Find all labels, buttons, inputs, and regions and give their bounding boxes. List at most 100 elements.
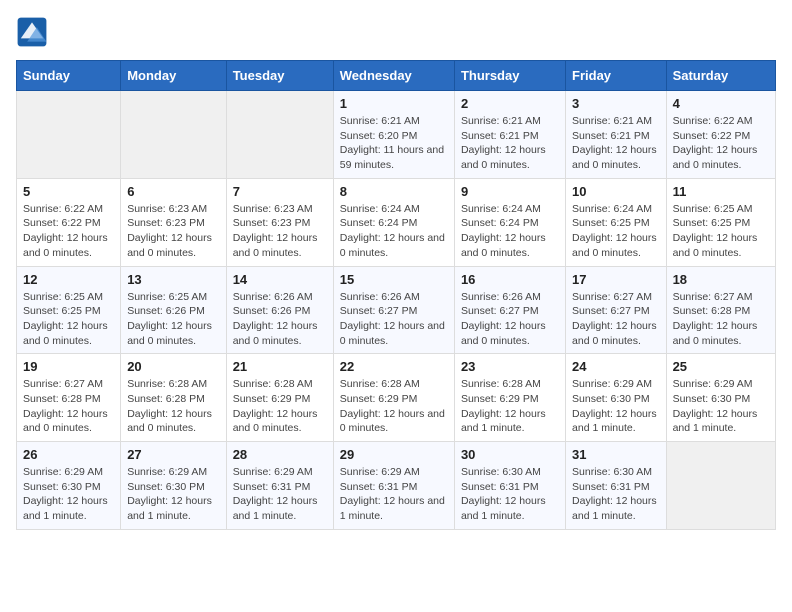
calendar-cell: 2Sunrise: 6:21 AM Sunset: 6:21 PM Daylig… bbox=[454, 91, 565, 179]
calendar-cell: 29 Sunrise: 6:29 AM Sunset: 6:31 PM Dayli… bbox=[333, 442, 454, 530]
day-number: 26 bbox=[23, 447, 114, 462]
day-info: Sunrise: 6:29 AM Sunset: 6:31 PM Dayligh… bbox=[233, 465, 327, 524]
day-info: Sunrise: 6:22 AM Sunset: 6:22 PM Dayligh… bbox=[23, 202, 114, 261]
calendar-cell: 31 Sunrise: 6:30 AM Sunset: 6:31 PM Dayli… bbox=[566, 442, 667, 530]
day-number: 23 bbox=[461, 359, 559, 374]
day-info: Sunrise: 6:24 AM Sunset: 6:25 PM Dayligh… bbox=[572, 202, 660, 261]
day-number: 22 bbox=[340, 359, 448, 374]
day-info: Sunrise: 6:28 AM Sunset: 6:29 PM Dayligh… bbox=[233, 377, 327, 436]
day-info: Sunrise: 6:28 AM Sunset: 6:29 PM Dayligh… bbox=[461, 377, 559, 436]
calendar-cell: 3 Sunrise: 6:21 AM Sunset: 6:21 PM Daylig… bbox=[566, 91, 667, 179]
day-number: 14 bbox=[233, 272, 327, 287]
day-info: Sunrise: 6:29 AM Sunset: 6:30 PM Dayligh… bbox=[23, 465, 114, 524]
calendar-cell: 25 Sunrise: 6:29 AM Sunset: 6:30 PM Dayli… bbox=[666, 354, 775, 442]
day-info: Sunrise: 6:29 AM Sunset: 6:31 PM Dayligh… bbox=[340, 465, 448, 524]
day-header-monday: Monday bbox=[121, 61, 226, 91]
day-number: 19 bbox=[23, 359, 114, 374]
day-number: 15 bbox=[340, 272, 448, 287]
day-info: Sunrise: 6:23 AM Sunset: 6:23 PM Dayligh… bbox=[233, 202, 327, 261]
calendar-cell: 22 Sunrise: 6:28 AM Sunset: 6:29 PM Dayli… bbox=[333, 354, 454, 442]
day-number: 20 bbox=[127, 359, 219, 374]
calendar-cell bbox=[226, 91, 333, 179]
day-info: Sunrise: 6:29 AM Sunset: 6:30 PM Dayligh… bbox=[673, 377, 769, 436]
day-number: 4 bbox=[673, 96, 769, 111]
day-info: Sunrise: 6:26 AM Sunset: 6:26 PM Dayligh… bbox=[233, 290, 327, 349]
calendar-week-row: 26 Sunrise: 6:29 AM Sunset: 6:30 PM Dayli… bbox=[17, 442, 776, 530]
calendar-cell: 12Sunrise: 6:25 AM Sunset: 6:25 PM Dayli… bbox=[17, 266, 121, 354]
logo-icon bbox=[16, 16, 48, 48]
day-info: Sunrise: 6:28 AM Sunset: 6:28 PM Dayligh… bbox=[127, 377, 219, 436]
day-number: 1 bbox=[340, 96, 448, 111]
day-header-tuesday: Tuesday bbox=[226, 61, 333, 91]
day-number: 8 bbox=[340, 184, 448, 199]
day-number: 11 bbox=[673, 184, 769, 199]
calendar-cell: 10 Sunrise: 6:24 AM Sunset: 6:25 PM Dayli… bbox=[566, 178, 667, 266]
day-header-wednesday: Wednesday bbox=[333, 61, 454, 91]
day-number: 21 bbox=[233, 359, 327, 374]
day-info: Sunrise: 6:25 AM Sunset: 6:26 PM Dayligh… bbox=[127, 290, 219, 349]
day-info: Sunrise: 6:21 AM Sunset: 6:21 PM Dayligh… bbox=[461, 114, 559, 173]
calendar-cell: 4 Sunrise: 6:22 AM Sunset: 6:22 PM Daylig… bbox=[666, 91, 775, 179]
day-number: 27 bbox=[127, 447, 219, 462]
day-info: Sunrise: 6:25 AM Sunset: 6:25 PM Dayligh… bbox=[673, 202, 769, 261]
calendar-cell bbox=[666, 442, 775, 530]
calendar-cell: 18 Sunrise: 6:27 AM Sunset: 6:28 PM Dayli… bbox=[666, 266, 775, 354]
calendar-cell: 16 Sunrise: 6:26 AM Sunset: 6:27 PM Dayli… bbox=[454, 266, 565, 354]
day-number: 13 bbox=[127, 272, 219, 287]
calendar-cell: 11 Sunrise: 6:25 AM Sunset: 6:25 PM Dayli… bbox=[666, 178, 775, 266]
logo bbox=[16, 16, 52, 48]
calendar-cell: 13 Sunrise: 6:25 AM Sunset: 6:26 PM Dayli… bbox=[121, 266, 226, 354]
day-info: Sunrise: 6:25 AM Sunset: 6:25 PM Dayligh… bbox=[23, 290, 114, 349]
day-number: 24 bbox=[572, 359, 660, 374]
calendar-week-row: 19 Sunrise: 6:27 AM Sunset: 6:28 PM Dayli… bbox=[17, 354, 776, 442]
day-number: 17 bbox=[572, 272, 660, 287]
day-info: Sunrise: 6:26 AM Sunset: 6:27 PM Dayligh… bbox=[461, 290, 559, 349]
day-info: Sunrise: 6:27 AM Sunset: 6:28 PM Dayligh… bbox=[673, 290, 769, 349]
day-info: Sunrise: 6:23 AM Sunset: 6:23 PM Dayligh… bbox=[127, 202, 219, 261]
day-number: 6 bbox=[127, 184, 219, 199]
calendar-cell: 14 Sunrise: 6:26 AM Sunset: 6:26 PM Dayli… bbox=[226, 266, 333, 354]
day-info: Sunrise: 6:22 AM Sunset: 6:22 PM Dayligh… bbox=[673, 114, 769, 173]
day-number: 30 bbox=[461, 447, 559, 462]
calendar-cell bbox=[121, 91, 226, 179]
calendar-cell: 1 Sunrise: 6:21 AM Sunset: 6:20 PM Daylig… bbox=[333, 91, 454, 179]
day-info: Sunrise: 6:27 AM Sunset: 6:28 PM Dayligh… bbox=[23, 377, 114, 436]
day-info: Sunrise: 6:24 AM Sunset: 6:24 PM Dayligh… bbox=[340, 202, 448, 261]
calendar-week-row: 12Sunrise: 6:25 AM Sunset: 6:25 PM Dayli… bbox=[17, 266, 776, 354]
day-number: 29 bbox=[340, 447, 448, 462]
day-number: 10 bbox=[572, 184, 660, 199]
day-number: 25 bbox=[673, 359, 769, 374]
calendar-cell: 19 Sunrise: 6:27 AM Sunset: 6:28 PM Dayli… bbox=[17, 354, 121, 442]
calendar-cell: 20 Sunrise: 6:28 AM Sunset: 6:28 PM Dayli… bbox=[121, 354, 226, 442]
day-number: 7 bbox=[233, 184, 327, 199]
calendar-cell: 23 Sunrise: 6:28 AM Sunset: 6:29 PM Dayli… bbox=[454, 354, 565, 442]
day-number: 16 bbox=[461, 272, 559, 287]
calendar-table: SundayMondayTuesdayWednesdayThursdayFrid… bbox=[16, 60, 776, 530]
day-info: Sunrise: 6:27 AM Sunset: 6:27 PM Dayligh… bbox=[572, 290, 660, 349]
day-number: 31 bbox=[572, 447, 660, 462]
day-info: Sunrise: 6:29 AM Sunset: 6:30 PM Dayligh… bbox=[572, 377, 660, 436]
calendar-week-row: 1 Sunrise: 6:21 AM Sunset: 6:20 PM Daylig… bbox=[17, 91, 776, 179]
calendar-cell: 28 Sunrise: 6:29 AM Sunset: 6:31 PM Dayli… bbox=[226, 442, 333, 530]
day-number: 5 bbox=[23, 184, 114, 199]
day-number: 3 bbox=[572, 96, 660, 111]
day-info: Sunrise: 6:30 AM Sunset: 6:31 PM Dayligh… bbox=[572, 465, 660, 524]
day-number: 28 bbox=[233, 447, 327, 462]
day-info: Sunrise: 6:21 AM Sunset: 6:20 PM Dayligh… bbox=[340, 114, 448, 173]
calendar-cell: 9Sunrise: 6:24 AM Sunset: 6:24 PM Daylig… bbox=[454, 178, 565, 266]
day-number: 18 bbox=[673, 272, 769, 287]
calendar-cell: 24 Sunrise: 6:29 AM Sunset: 6:30 PM Dayli… bbox=[566, 354, 667, 442]
day-info: Sunrise: 6:30 AM Sunset: 6:31 PM Dayligh… bbox=[461, 465, 559, 524]
calendar-cell: 6 Sunrise: 6:23 AM Sunset: 6:23 PM Daylig… bbox=[121, 178, 226, 266]
calendar-cell: 17 Sunrise: 6:27 AM Sunset: 6:27 PM Dayli… bbox=[566, 266, 667, 354]
day-info: Sunrise: 6:29 AM Sunset: 6:30 PM Dayligh… bbox=[127, 465, 219, 524]
day-header-saturday: Saturday bbox=[666, 61, 775, 91]
calendar-cell: 30 Sunrise: 6:30 AM Sunset: 6:31 PM Dayli… bbox=[454, 442, 565, 530]
day-number: 9 bbox=[461, 184, 559, 199]
day-info: Sunrise: 6:21 AM Sunset: 6:21 PM Dayligh… bbox=[572, 114, 660, 173]
day-header-thursday: Thursday bbox=[454, 61, 565, 91]
calendar-cell: 15 Sunrise: 6:26 AM Sunset: 6:27 PM Dayli… bbox=[333, 266, 454, 354]
day-info: Sunrise: 6:28 AM Sunset: 6:29 PM Dayligh… bbox=[340, 377, 448, 436]
calendar-cell: 21 Sunrise: 6:28 AM Sunset: 6:29 PM Dayli… bbox=[226, 354, 333, 442]
day-info: Sunrise: 6:26 AM Sunset: 6:27 PM Dayligh… bbox=[340, 290, 448, 349]
